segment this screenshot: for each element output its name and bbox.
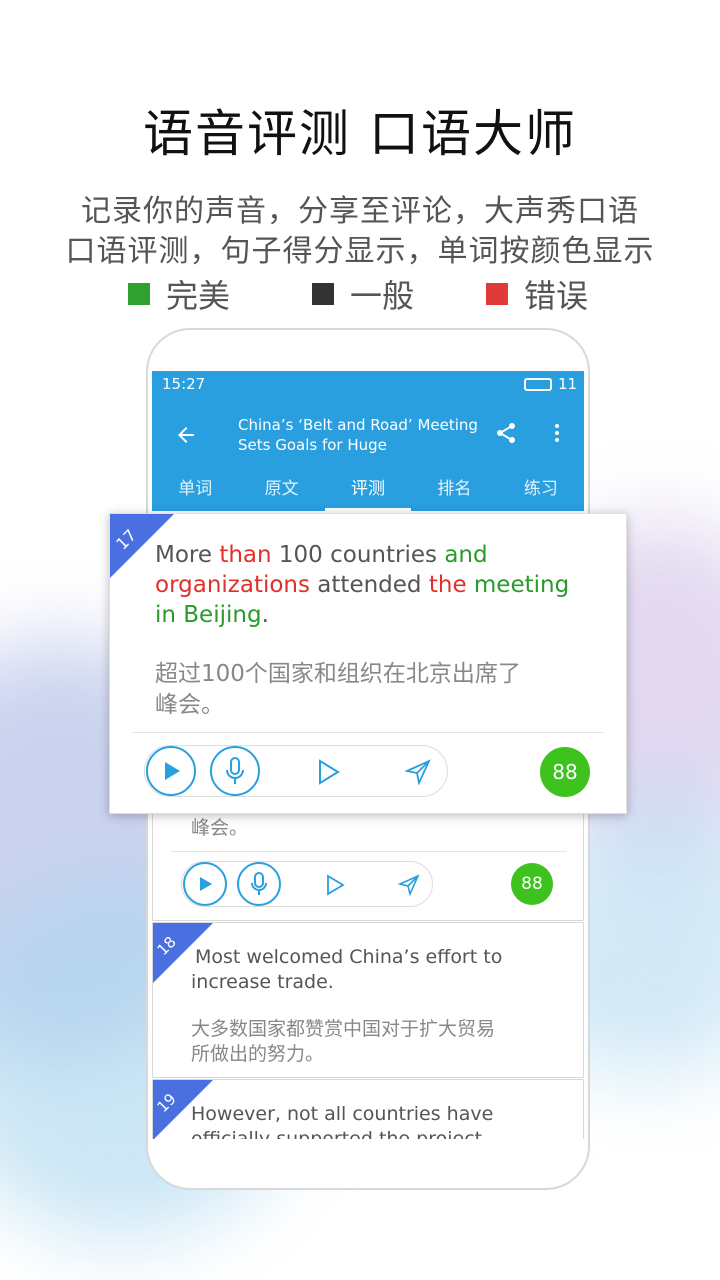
playback-button[interactable]	[310, 754, 346, 790]
play-button[interactable]	[183, 862, 227, 906]
green-square-icon	[128, 283, 150, 305]
share-icon	[497, 423, 515, 443]
status-time: 15:27	[162, 375, 206, 393]
microphone-icon	[251, 872, 267, 895]
battery-level: 11	[558, 375, 578, 393]
arrow-left-icon	[178, 427, 194, 443]
record-button[interactable]	[210, 746, 260, 796]
record-button[interactable]	[237, 862, 281, 906]
back-button[interactable]	[168, 417, 204, 453]
more-vert-icon	[555, 424, 559, 442]
card-19: 19 However, not all countries have offic…	[152, 1079, 584, 1139]
subtitle-line-1: 记录你的声音，分享至评论，大声秀口语	[81, 194, 639, 229]
status-bar: 15:27 11	[152, 371, 584, 399]
color-legend: 完美 一般 错误	[0, 272, 720, 316]
toolbar-title: China’s ‘Belt and Road’ Meeting Sets Goa…	[238, 416, 478, 454]
tab-practice[interactable]: 练习	[498, 471, 584, 511]
send-button[interactable]	[400, 754, 436, 790]
black-square-icon	[312, 283, 334, 305]
translation-text: 超过100个国家和组织在北京出席了 峰会。	[155, 661, 521, 718]
tab-ranking[interactable]: 排名	[411, 471, 497, 511]
tab-evaluation[interactable]: 评测	[324, 471, 412, 511]
sentence-text: More than 100 countries and organization…	[155, 542, 570, 628]
play-icon	[165, 762, 180, 780]
sentence-text: However, not all countries have official…	[191, 1103, 494, 1139]
playback-button[interactable]	[319, 869, 351, 901]
send-icon	[398, 874, 420, 896]
score-badge: 88	[511, 863, 553, 905]
legend-perfect: 完美	[128, 272, 230, 316]
subtitle-line-2: 口语评测，句子得分显示，单词按颜色显示	[65, 234, 655, 269]
red-square-icon	[486, 283, 508, 305]
app-bar: 15:27 11 China’s ‘Belt and Road’ Meeting…	[152, 371, 584, 511]
card-17-highlight: 17 More than 100 countries and organizat…	[109, 513, 627, 814]
headline: 语音评测 口语大师	[143, 105, 577, 163]
tab-original[interactable]: 原文	[238, 471, 324, 511]
microphone-icon	[226, 757, 244, 784]
play-outline-icon	[327, 874, 345, 896]
translation-tail: 峰会。	[191, 817, 249, 839]
sentence-text: Most welcomed China’s effort to increase…	[191, 946, 503, 993]
battery-icon	[524, 378, 552, 391]
more-options-button[interactable]	[540, 415, 574, 451]
share-button[interactable]	[488, 415, 524, 451]
play-button[interactable]	[146, 746, 196, 796]
send-icon	[405, 759, 431, 785]
card-18: 18 Most welcomed China’s effort to incre…	[152, 922, 584, 1078]
legend-normal: 一般	[312, 272, 414, 316]
card-17-underlay: 峰会。 88	[152, 801, 584, 921]
play-icon	[200, 877, 212, 891]
tab-words[interactable]: 单词	[152, 471, 238, 511]
tab-bar: 单词 原文 评测 排名 练习	[152, 471, 584, 511]
play-outline-icon	[319, 759, 340, 785]
legend-wrong: 错误	[486, 272, 588, 316]
translation-text: 大多数国家都赞赏中国对于扩大贸易 所做出的努力。	[191, 1018, 496, 1065]
score-badge: 88	[540, 747, 590, 797]
send-button[interactable]	[393, 869, 425, 901]
